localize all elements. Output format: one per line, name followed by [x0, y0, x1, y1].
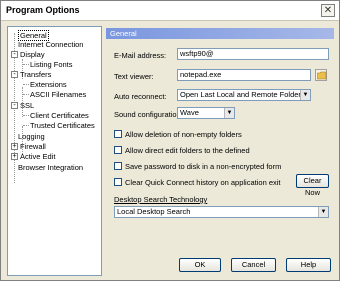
tree-item-label: Extensions [30, 80, 67, 89]
expand-icon[interactable]: + [11, 143, 18, 150]
tree-item-label: Active Edit [20, 152, 56, 161]
clear-history-checkbox[interactable] [114, 178, 122, 186]
cancel-button[interactable]: Cancel [231, 258, 276, 272]
desktop-search-value: Local Desktop Search [117, 207, 191, 216]
folder-icon [317, 71, 327, 80]
text-viewer-field[interactable]: notepad.exe [177, 69, 311, 81]
desktop-search-select[interactable]: Local Desktop Search ▼ [114, 206, 329, 218]
tree-item-logging[interactable]: Logging [18, 132, 45, 141]
tree-item-internet-connection[interactable]: Internet Connection [18, 40, 83, 49]
close-button[interactable]: ✕ [321, 4, 335, 17]
tree-connector [23, 94, 29, 95]
text-viewer-label: Text viewer: [114, 72, 154, 81]
tree-item-label: Transfers [20, 70, 52, 79]
collapse-icon[interactable]: - [11, 102, 18, 109]
tree-item-label: Trusted Certificates [30, 121, 95, 130]
auto-reconnect-value: Open Last Local and Remote Folders [180, 90, 305, 99]
tree-item-label: SSL [20, 101, 35, 110]
direct-edit-checkbox[interactable] [114, 146, 122, 154]
dialog-title: Program Options [6, 5, 80, 15]
tree-item-active-edit[interactable]: Active Edit [20, 152, 55, 161]
sound-config-label: Sound configuration: [114, 110, 183, 119]
tree-item-label: ASCII Filenames [30, 90, 87, 99]
email-label: E-Mail address: [114, 51, 167, 60]
ok-button[interactable]: OK [179, 258, 221, 272]
sound-config-value: Wave [180, 108, 199, 117]
help-button[interactable]: Help [286, 258, 331, 272]
tree-item-label: Client Certificates [30, 111, 89, 120]
tree-item-display[interactable]: Display [20, 50, 45, 59]
allow-delete-checkbox[interactable] [114, 130, 122, 138]
section-header: General [106, 28, 334, 39]
tree-item-ssl[interactable]: SSL [20, 101, 34, 110]
chevron-down-icon: ▼ [318, 207, 328, 217]
title-bar[interactable]: Program Options ✕ [1, 1, 339, 21]
options-tree[interactable]: General Internet Connection - Display Li… [7, 26, 102, 276]
collapse-icon[interactable]: - [11, 51, 18, 58]
auto-reconnect-select[interactable]: Open Last Local and Remote Folders ▼ [177, 89, 311, 101]
desktop-search-label: Desktop Search Technology [114, 195, 208, 204]
auto-reconnect-label: Auto reconnect: [114, 92, 167, 101]
tree-item-client-certificates[interactable]: Client Certificates [30, 111, 89, 120]
email-field[interactable]: wsftp90@ [177, 48, 329, 60]
expand-icon[interactable]: + [11, 153, 18, 160]
tree-connector [23, 84, 29, 85]
clear-now-button[interactable]: Clear Now [296, 174, 329, 197]
tree-item-ascii-filenames[interactable]: ASCII Filenames [30, 90, 86, 99]
tree-item-browser-integration[interactable]: Browser Integration [18, 163, 83, 172]
tree-item-trusted-certificates[interactable]: Trusted Certificates [30, 121, 95, 130]
tree-item-label: Internet Connection [18, 40, 84, 49]
save-password-checkbox[interactable] [114, 162, 122, 170]
tree-item-extensions[interactable]: Extensions [30, 80, 67, 89]
clear-history-label: Clear Quick Connect history on applicati… [125, 178, 281, 187]
direct-edit-label: Allow direct edit folders to the defined [125, 146, 250, 155]
collapse-icon[interactable]: - [11, 71, 18, 78]
sound-config-select[interactable]: Wave ▼ [177, 107, 235, 119]
browse-button[interactable] [315, 69, 327, 81]
tree-item-firewall[interactable]: Firewall [20, 142, 46, 151]
tree-item-label: Firewall [20, 142, 46, 151]
allow-delete-label: Allow deletion of non-empty folders [125, 130, 242, 139]
close-icon: ✕ [323, 5, 333, 16]
tree-connector [23, 125, 29, 126]
chevron-down-icon: ▼ [300, 90, 310, 100]
tree-connector [23, 64, 29, 65]
tree-item-transfers[interactable]: Transfers [20, 70, 51, 79]
program-options-dialog: Program Options ✕ General Internet Conne… [0, 0, 340, 281]
tree-item-label: Browser Integration [18, 163, 84, 172]
tree-item-label: Listing Fonts [30, 60, 73, 69]
tree-item-general[interactable]: General [18, 30, 49, 41]
save-password-label: Save password to disk in a non-encrypted… [125, 162, 282, 171]
tree-connector [23, 115, 29, 116]
tree-item-label: Logging [18, 132, 45, 141]
tree-item-label: Display [20, 50, 45, 59]
chevron-down-icon: ▼ [224, 108, 234, 118]
tree-item-listing-fonts[interactable]: Listing Fonts [30, 60, 73, 69]
